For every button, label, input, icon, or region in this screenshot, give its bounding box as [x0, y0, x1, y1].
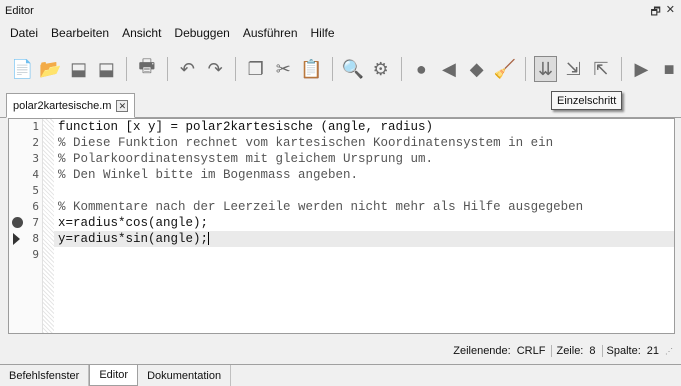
- cut-icon[interactable]: ✂: [272, 56, 296, 82]
- undo-icon[interactable]: ↶: [176, 56, 200, 82]
- breakpoint-marker-icon[interactable]: [12, 217, 23, 228]
- line-number: 4: [32, 168, 39, 181]
- restore-icon[interactable]: 🗗: [650, 3, 660, 22]
- code-line[interactable]: % Polarkoordinatensystem mit gleichem Ur…: [58, 151, 433, 167]
- menu-ansicht[interactable]: Ansicht: [116, 26, 167, 40]
- code-line[interactable]: % Den Winkel bitte im Bogenmass angeben.: [58, 167, 358, 183]
- window-title: Editor: [5, 5, 34, 17]
- line-number: 6: [32, 200, 39, 213]
- paste-icon[interactable]: 📋: [299, 56, 323, 82]
- execution-pointer-icon: [13, 233, 20, 245]
- breakpoint-icon[interactable]: ●: [409, 56, 433, 82]
- redo-icon[interactable]: ↷: [203, 56, 227, 82]
- toolbar-separator: [620, 57, 622, 81]
- menu-hilfe[interactable]: Hilfe: [305, 26, 341, 40]
- file-tab-label: polar2kartesische.m: [13, 99, 112, 112]
- bottom-tab-befehlsfenster[interactable]: Befehlsfenster: [0, 365, 90, 386]
- column-value: 21: [646, 345, 659, 357]
- line-number: 2: [32, 136, 39, 149]
- stop-icon[interactable]: ■: [657, 56, 681, 82]
- resize-grip-icon[interactable]: ⋰: [665, 347, 673, 356]
- menu-debuggen[interactable]: Debuggen: [168, 26, 235, 40]
- copy-icon[interactable]: ❐: [244, 56, 268, 82]
- debug-play-icon[interactable]: ◆: [465, 56, 489, 82]
- close-icon[interactable]: ✕: [666, 3, 675, 22]
- settings-icon[interactable]: ⚙: [369, 56, 393, 82]
- step-back-icon[interactable]: ◀: [437, 56, 461, 82]
- menu-bar: Datei Bearbeiten Ansicht Debuggen Ausfüh…: [0, 22, 681, 44]
- column-label: Spalte:: [601, 345, 641, 357]
- save-all-icon[interactable]: ⬓: [95, 56, 119, 82]
- code-editor[interactable]: 1 function [x y] = polar2kartesische (ang…: [8, 118, 675, 334]
- toolbar-separator: [331, 57, 333, 81]
- toolbar-separator: [400, 57, 402, 81]
- file-tab[interactable]: polar2kartesische.m ✕: [6, 93, 136, 118]
- menu-bearbeiten[interactable]: Bearbeiten: [45, 26, 115, 40]
- find-icon[interactable]: 🔍: [340, 56, 364, 82]
- line-number: 7: [32, 216, 39, 229]
- toolbar-separator: [126, 57, 128, 81]
- menu-datei[interactable]: Datei: [4, 26, 44, 40]
- line-number: 9: [32, 248, 39, 261]
- line-number: 3: [32, 152, 39, 165]
- title-bar: Editor 🗗 ✕: [0, 0, 681, 22]
- clear-breakpoints-icon[interactable]: 🧹: [492, 56, 516, 82]
- line-number: 8: [32, 232, 39, 245]
- code-line[interactable]: % Diese Funktion rechnet vom kartesische…: [58, 135, 553, 151]
- tooltip: Einzelschritt: [551, 91, 623, 110]
- fold-margin: [43, 119, 54, 333]
- single-step-icon[interactable]: ⇊: [533, 56, 558, 82]
- code-line[interactable]: % Kommentare nach der Leerzeile werden n…: [58, 199, 583, 215]
- save-icon[interactable]: ⬓: [67, 56, 91, 82]
- line-value: 8: [589, 345, 596, 357]
- menu-ausfuehren[interactable]: Ausführen: [237, 26, 304, 40]
- toolbar-separator: [234, 57, 236, 81]
- step-into-icon[interactable]: ⇲: [561, 56, 585, 82]
- code-line[interactable]: function [x y] = polar2kartesische (angl…: [58, 119, 433, 135]
- print-icon[interactable]: 🖶: [135, 56, 159, 82]
- toolbar-separator: [166, 57, 168, 81]
- status-bar: Zeilenende: CRLF Zeile: 8 Spalte: 21 ⋰: [0, 340, 681, 362]
- text-cursor: [208, 232, 210, 246]
- new-file-icon[interactable]: 📄: [10, 56, 34, 82]
- line-number: 5: [32, 184, 39, 197]
- code-line[interactable]: y=radius*sin(angle);: [58, 231, 210, 247]
- toolbar-separator: [524, 57, 526, 81]
- toolbar: 📄 📂 ⬓ ⬓ 🖶 ↶ ↷ ❐ ✂ 📋 🔍 ⚙ ● ◀ ◆ 🧹 ⇊ ⇲ ⇱ ▶ ■: [0, 50, 681, 88]
- bottom-tab-bar: Befehlsfenster Editor Dokumentation: [0, 364, 681, 386]
- step-out-icon[interactable]: ⇱: [589, 56, 613, 82]
- bottom-tab-dokumentation[interactable]: Dokumentation: [138, 365, 232, 386]
- run-icon[interactable]: ▶: [630, 56, 654, 82]
- line-ending-value: CRLF: [516, 345, 546, 357]
- open-folder-icon[interactable]: 📂: [38, 56, 62, 82]
- code-line[interactable]: x=radius*cos(angle);: [58, 215, 208, 231]
- bottom-tab-editor[interactable]: Editor: [89, 365, 139, 386]
- line-ending-label: Zeilenende:: [453, 345, 511, 357]
- close-tab-icon[interactable]: ✕: [116, 99, 129, 112]
- line-label: Zeile:: [551, 345, 583, 357]
- line-number: 1: [32, 120, 39, 133]
